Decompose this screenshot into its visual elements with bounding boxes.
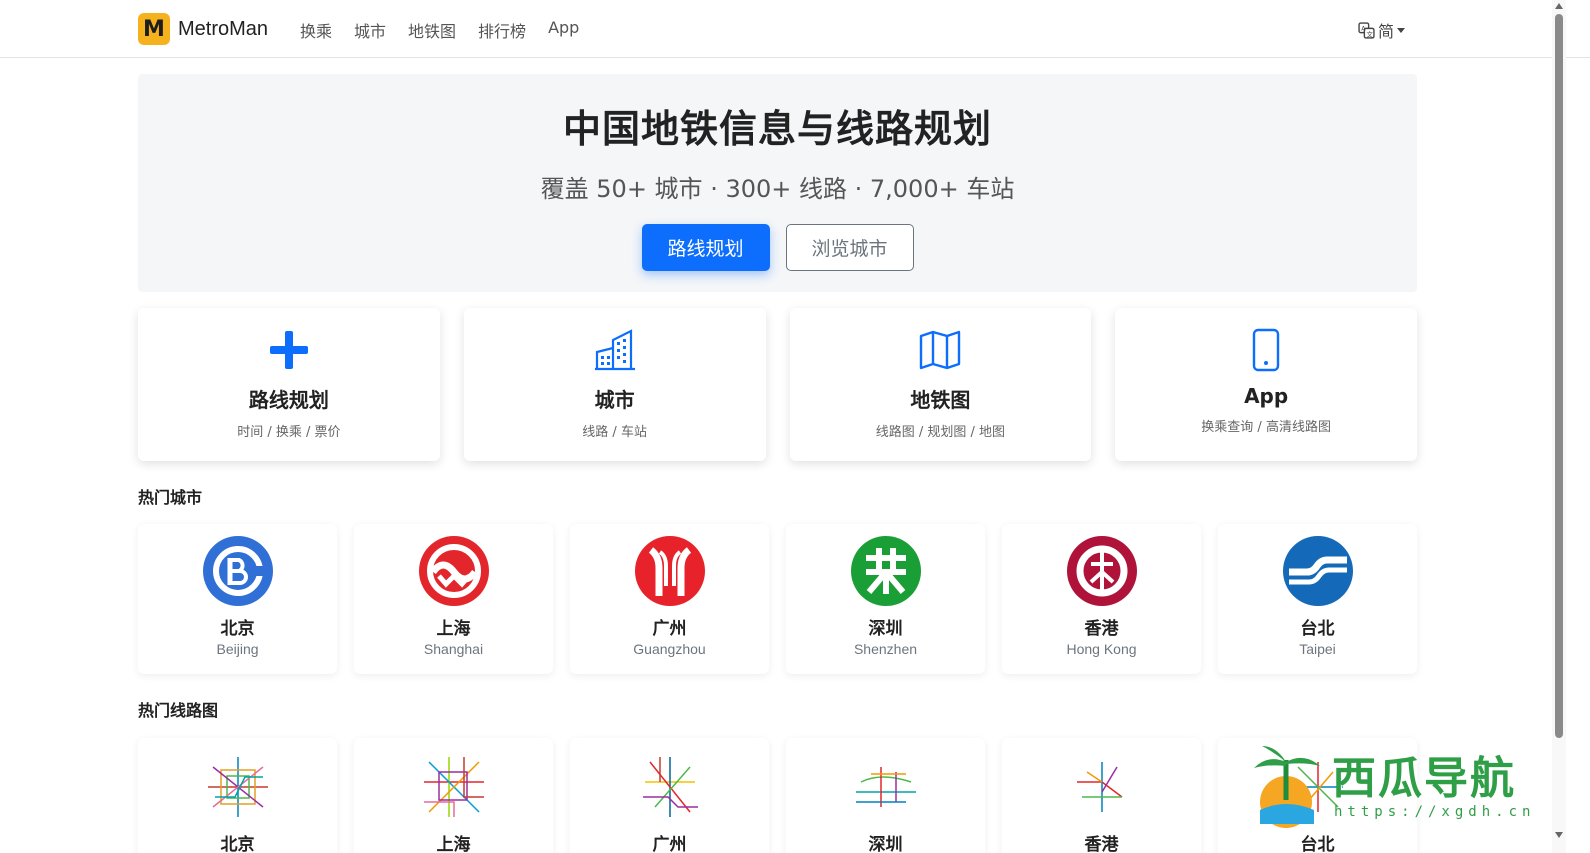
map-card-beijing[interactable]: 北京 (138, 738, 337, 853)
map-name: 广州 (652, 835, 687, 853)
feature-desc: 线路图 / 规划图 / 地图 (875, 425, 1006, 440)
city-card-taipei[interactable]: 台北 Taipei (1218, 524, 1417, 674)
svg-text:A: A (1361, 24, 1366, 32)
city-card-guangzhou[interactable]: 广州 Guangzhou (570, 524, 769, 674)
city-card-beijing[interactable]: 北京 Beijing (138, 524, 337, 674)
svg-text:文: 文 (1367, 29, 1374, 38)
feature-desc: 换乘查询 / 高清线路图 (1201, 420, 1331, 435)
language-dropdown[interactable]: A文 简 (1358, 18, 1406, 42)
hot-cities-list: 北京 Beijing 上海 Shanghai 广州 Guangzhou 深圳 S… (138, 524, 1417, 674)
guangzhou-metro-logo-icon (634, 536, 705, 606)
hongkong-metro-map-thumbnail (1076, 762, 1122, 812)
map-name: 香港 (1084, 835, 1119, 853)
city-name-en: Shanghai (423, 641, 484, 657)
city-name-en: Taipei (1299, 641, 1336, 657)
buildings-icon (594, 329, 635, 371)
shenzhen-metro-logo-icon (850, 536, 921, 606)
scroll-up-arrow-icon[interactable] (1555, 3, 1563, 9)
watermark-logo-icon (1254, 746, 1320, 828)
nav-link-metro-maps[interactable]: 地铁图 (408, 18, 456, 42)
phone-icon (1252, 328, 1280, 372)
hot-cities-heading: 热门城市 (138, 488, 203, 507)
scroll-thumb[interactable] (1555, 14, 1563, 738)
city-name-en: Beijing (216, 641, 259, 657)
nav-link-cities[interactable]: 城市 (354, 18, 386, 42)
feature-title: 城市 (594, 388, 635, 412)
nav-links: 换乘 城市 地铁图 排行榜 App (300, 18, 601, 42)
city-card-hongkong[interactable]: 香港 Hong Kong (1002, 524, 1201, 674)
translate-icon: A文 (1358, 21, 1375, 39)
feature-card-metro-maps[interactable]: 地铁图 线路图 / 规划图 / 地图 (789, 308, 1092, 461)
map-card-shenzhen[interactable]: 深圳 (786, 738, 985, 853)
hero-title: 中国地铁信息与线路规划 (562, 107, 992, 151)
hero-section: 中国地铁信息与线路规划 覆盖 50+ 城市 · 300+ 线路 · 7,000+… (138, 74, 1417, 292)
watermark-url: https://xgdh.cn (1334, 804, 1536, 820)
city-name: 台北 (1300, 619, 1335, 639)
feature-card-cities[interactable]: 城市 线路 / 车站 (463, 308, 766, 461)
plus-icon (269, 331, 308, 369)
feature-card-app[interactable]: App 换乘查询 / 高清线路图 (1115, 308, 1417, 461)
map-name: 北京 (220, 835, 255, 853)
city-card-shanghai[interactable]: 上海 Shanghai (354, 524, 553, 674)
guangzhou-metro-map-thumbnail (642, 757, 698, 817)
feature-card-route-planning[interactable]: 路线规划 时间 / 换乘 / 票价 (138, 308, 440, 461)
nav-link-app[interactable]: App (548, 18, 579, 42)
map-name: 深圳 (868, 835, 903, 853)
scroll-down-arrow-icon[interactable] (1555, 832, 1563, 838)
feature-title: 路线规划 (248, 388, 329, 412)
shanghai-metro-logo-icon (418, 536, 489, 606)
nav-link-rankings[interactable]: 排行榜 (478, 18, 526, 42)
shenzhen-metro-map-thumbnail (855, 767, 916, 807)
city-name: 上海 (436, 619, 471, 639)
brand-name: MetroMan (178, 17, 269, 40)
map-name: 上海 (436, 835, 471, 853)
map-icon (920, 330, 961, 370)
hero-buttons: 路线规划 浏览城市 (138, 224, 1417, 271)
brand-link[interactable]: M MetroMan (138, 13, 268, 45)
city-name: 深圳 (868, 619, 903, 639)
hot-maps-heading: 热门线路图 (138, 701, 219, 720)
city-name: 北京 (220, 619, 255, 639)
watermark-text: 西瓜导航 (1332, 753, 1516, 804)
taipei-metro-logo-icon (1282, 536, 1353, 606)
hongkong-mtr-logo-icon (1066, 536, 1137, 606)
map-card-guangzhou[interactable]: 广州 (570, 738, 769, 853)
map-card-shanghai[interactable]: 上海 (354, 738, 553, 853)
city-name-en: Shenzhen (853, 641, 918, 657)
shanghai-metro-map-thumbnail (423, 757, 484, 817)
hero-subtitle: 覆盖 50+ 城市 · 300+ 线路 · 7,000+ 车站 (540, 175, 1015, 203)
feature-title: 地铁图 (910, 388, 971, 412)
city-name: 广州 (652, 619, 687, 639)
navbar: M MetroMan 换乘 城市 地铁图 排行榜 App A文 简 (0, 0, 1590, 58)
map-card-hongkong[interactable]: 香港 (1002, 738, 1201, 853)
map-name: 台北 (1300, 835, 1335, 853)
caret-down-icon (1397, 27, 1406, 33)
metroman-logo: M (138, 13, 170, 45)
route-planning-button[interactable]: 路线规划 (641, 224, 770, 271)
watermark: 西瓜导航 https://xgdh.cn (1246, 740, 1546, 830)
page-scrollbar[interactable] (1552, 0, 1566, 853)
feature-desc: 时间 / 换乘 / 票价 (237, 425, 341, 440)
language-label: 简 (1378, 22, 1395, 41)
city-card-shenzhen[interactable]: 深圳 Shenzhen (786, 524, 985, 674)
hot-maps-list: 北京 上海 广州 深圳 香港 台北 (138, 738, 1417, 853)
feature-cards: 路线规划 时间 / 换乘 / 票价 城市 线路 / 车站 地铁图 线路图 / 规… (138, 308, 1417, 461)
beijing-metro-map-thumbnail (207, 757, 268, 817)
city-name-en: Guangzhou (633, 641, 706, 657)
browse-cities-button[interactable]: 浏览城市 (785, 224, 914, 271)
feature-title: App (1244, 384, 1289, 408)
feature-desc: 线路 / 车站 (582, 425, 647, 440)
nav-link-transfer[interactable]: 换乘 (300, 18, 332, 42)
city-name: 香港 (1084, 619, 1119, 639)
city-name-en: Hong Kong (1066, 641, 1137, 657)
beijing-subway-logo-icon (202, 536, 273, 606)
